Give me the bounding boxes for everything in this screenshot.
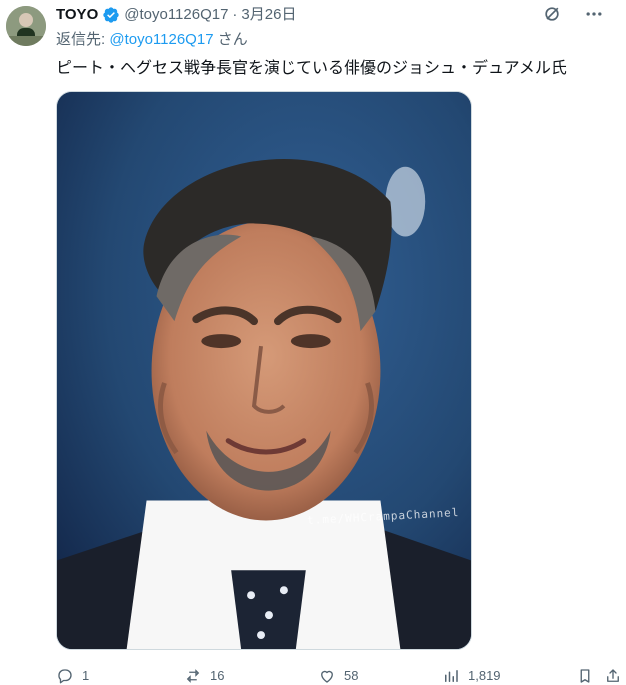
tweet-text: ピート・ヘグセス戦争長官を演じている俳優のジョシュ・デュアメル氏 xyxy=(56,60,567,77)
media-image[interactable]: t.me/WHCrampaChannel xyxy=(56,91,472,650)
heart-icon xyxy=(321,670,333,683)
user-name[interactable]: TOYO xyxy=(56,5,98,25)
avatar-image xyxy=(6,6,46,46)
reply-to-line: 返信先: @toyo1126Q17 さん xyxy=(56,30,248,50)
repost-count: 16 xyxy=(210,668,225,683)
verified-badge-icon xyxy=(102,6,120,24)
repost-button[interactable]: 16 xyxy=(184,667,224,685)
avatar[interactable] xyxy=(6,6,46,46)
repost-icon xyxy=(186,669,200,683)
user-handle[interactable]: @toyo1126Q17 xyxy=(124,5,228,25)
bookmark-icon xyxy=(580,669,590,683)
header-actions xyxy=(540,2,606,26)
grok-icon[interactable] xyxy=(540,2,564,26)
reply-count: 1 xyxy=(82,668,90,683)
post-date[interactable]: 3月26日 xyxy=(241,5,296,25)
reply-prefix: 返信先: xyxy=(56,31,106,48)
reply-button[interactable]: 1 xyxy=(56,667,89,685)
reply-suffix: さん xyxy=(217,31,248,48)
like-count: 58 xyxy=(344,668,359,683)
share-button[interactable] xyxy=(604,667,622,685)
tweet-card[interactable]: TOYO @toyo1126Q17 · 3月26日 返信先: @toyo1126… xyxy=(0,0,626,685)
share-icon xyxy=(607,669,619,682)
more-icon[interactable] xyxy=(582,2,606,26)
view-count: 1,819 xyxy=(468,668,501,683)
reply-icon xyxy=(58,669,72,684)
like-button[interactable]: 58 xyxy=(318,667,358,685)
separator-dot: · xyxy=(232,6,238,23)
reply-handle-link[interactable]: @toyo1126Q17 xyxy=(109,31,213,48)
tweet-header: TOYO @toyo1126Q17 · 3月26日 xyxy=(56,4,296,26)
views-button[interactable]: 1,819 xyxy=(442,667,501,685)
views-icon xyxy=(445,670,458,682)
portrait-image xyxy=(57,92,471,649)
bookmark-button[interactable] xyxy=(576,667,594,685)
tweet-actions: 1 16 58 1,819 xyxy=(56,664,626,685)
